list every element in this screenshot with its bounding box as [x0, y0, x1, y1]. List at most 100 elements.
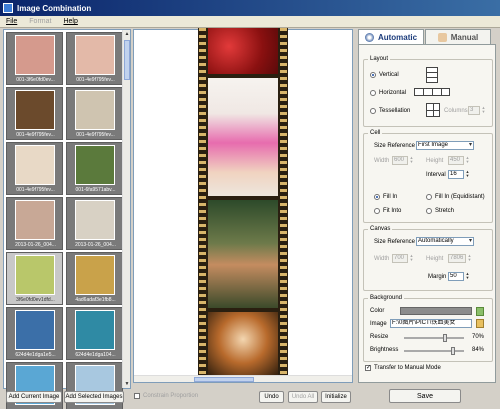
cell-width-spinner[interactable]: ▲ ▼ [409, 156, 414, 165]
radio-dot [374, 194, 380, 200]
constrain-proportion-box [134, 393, 140, 399]
background-legend: Background [368, 295, 405, 301]
radio-dot [426, 208, 432, 214]
thumbnail-caption: 624d4e1dga104... [75, 352, 116, 358]
radio-dot [374, 208, 380, 214]
layout-vertical-radio[interactable]: Vertical [370, 72, 399, 78]
thumbnail-caption: 001-4e9f795fev... [16, 132, 55, 138]
cell-height-spinner[interactable]: ▲ ▼ [465, 156, 470, 165]
cell-size-reference-select[interactable]: First Image [416, 141, 474, 150]
cell-interval-spinner[interactable]: ▲ ▼ [465, 170, 470, 179]
fit-into-radio[interactable]: Fit Into [374, 208, 401, 214]
canvas-width-input[interactable]: 700 [392, 254, 408, 263]
canvas-height-input[interactable]: 7806 [448, 254, 466, 263]
constrain-proportion-checkbox[interactable]: Constrain Proportion [134, 393, 198, 399]
thumbnail-image [75, 255, 115, 295]
folder-open-icon[interactable] [476, 319, 484, 328]
title-bar: Image Combination [0, 0, 500, 16]
tab-automatic[interactable]: Automatic [358, 29, 424, 45]
resize-value: 70% [472, 334, 485, 340]
add-selected-images-button[interactable]: Add Selected Images [64, 391, 124, 403]
background-color-label: Color [370, 308, 385, 314]
thumbnail-item[interactable]: 624d4e1dga104... [66, 307, 123, 360]
thumbnail-item[interactable]: 3f6e0fd0ev1dfd... [6, 252, 63, 305]
fill-in-label: Fill In [383, 194, 398, 200]
film-holes-left [199, 28, 206, 380]
canvas-legend: Canvas [368, 226, 393, 232]
thumbnail-item[interactable]: 001-4e9f795fev... [66, 87, 123, 140]
preview-hscroll-thumb[interactable] [194, 377, 254, 382]
columns-input[interactable]: 3 [468, 106, 480, 115]
thumbnail-item[interactable]: 001-4e9f795fev... [6, 87, 63, 140]
cell-legend: Cell [368, 130, 383, 136]
preview-canvas[interactable] [133, 28, 353, 383]
layout-horizontal-radio[interactable]: Horizontal [370, 90, 406, 96]
columns-spinner[interactable]: ▲ ▼ [481, 106, 486, 115]
canvas-margin-spinner[interactable]: ▲ ▼ [465, 272, 470, 281]
background-color-swatch[interactable] [400, 307, 472, 315]
film-strip-preview [198, 28, 288, 380]
menu-format[interactable]: Format [29, 18, 51, 25]
thumbnail-image [15, 200, 55, 240]
thumbnail-item[interactable]: 4ad6adaf3e1fb8... [66, 252, 123, 305]
thumbnail-item[interactable]: 001-3f6e0fd0ev... [6, 32, 63, 85]
color-picker-icon[interactable] [476, 307, 484, 316]
thumbnail-image [75, 145, 115, 185]
preview-photo-warm [208, 312, 278, 380]
thumbnail-caption: 3f6e0fd0ev1dfd... [16, 297, 55, 303]
undo-all-button[interactable]: Undo All [288, 391, 318, 403]
thumbnail-image [75, 35, 115, 75]
initialize-button[interactable]: Initialize [321, 391, 351, 403]
resize-slider-knob[interactable] [443, 334, 448, 342]
preview-photo-roses [208, 28, 278, 74]
thumbnail-item[interactable]: 2013-01-26_004... [66, 197, 123, 250]
thumbnail-caption: 624d4e1dga1e5... [15, 352, 56, 358]
thumbnail-image [15, 255, 55, 295]
canvas-size-reference-select[interactable]: Automatically [416, 237, 474, 246]
layout-tessellation-radio[interactable]: Tessellation [370, 108, 410, 114]
tab-manual[interactable]: Manual [425, 29, 491, 44]
cell-interval-label: Interval [426, 172, 446, 178]
canvas-height-spinner[interactable]: ▲ ▼ [467, 254, 472, 263]
thumbnail-item[interactable]: 001-4e9f795fev... [66, 32, 123, 85]
brightness-slider-knob[interactable] [451, 347, 456, 355]
scroll-up-icon[interactable]: ▲ [123, 30, 131, 38]
canvas-margin-input[interactable]: 50 [448, 272, 464, 281]
fill-in-equidistant-radio[interactable]: Fill In (Equidistant) [426, 194, 485, 200]
constrain-proportion-label: Constrain Proportion [143, 393, 199, 399]
cell-interval-input[interactable]: 16 [448, 170, 464, 179]
thumbnail-caption: 001-6fa9571abv... [75, 187, 116, 193]
film-holes-right [280, 28, 287, 380]
canvas-margin-label: Margin [428, 274, 447, 280]
thumbnail-item[interactable]: 2013-01-26_004... [6, 197, 63, 250]
menu-help[interactable]: Help [63, 18, 77, 25]
layout-vertical-label: Vertical [379, 72, 399, 78]
cell-height-input[interactable]: 450 [448, 156, 464, 165]
cell-size-reference-label: Size Reference [374, 143, 416, 149]
background-image-path-input[interactable]: F:\0图片\PICT\铁血美女 [390, 319, 472, 328]
scroll-thumb[interactable] [124, 40, 130, 80]
scroll-down-icon[interactable]: ▼ [123, 380, 131, 388]
save-button[interactable]: Save [389, 389, 461, 403]
undo-button[interactable]: Undo [259, 391, 284, 403]
add-current-image-button[interactable]: Add Current Image [6, 391, 62, 403]
stretch-radio[interactable]: Stretch [426, 208, 454, 214]
thumbnail-caption: 2013-01-26_004... [15, 242, 56, 248]
fill-in-equidistant-label: Fill In (Equidistant) [435, 194, 485, 200]
menu-file[interactable]: File [6, 18, 17, 25]
brightness-slider[interactable] [404, 347, 464, 355]
brightness-label: Brightness [370, 347, 399, 353]
thumbnail-item[interactable]: 001-6fa9571abv... [66, 142, 123, 195]
thumbnail-item[interactable]: 624d4e1dga1e5... [6, 307, 63, 360]
cell-width-input[interactable]: 600 [392, 156, 408, 165]
preview-hscrollbar[interactable] [134, 375, 352, 382]
thumbnail-item[interactable]: 001-4e9f795fev... [6, 142, 63, 195]
cell-group: Cell Size Reference First Image Width 60… [363, 130, 493, 223]
fill-in-radio[interactable]: Fill In [374, 194, 397, 200]
transfer-manual-checkbox[interactable]: Transfer to Manual Mode [365, 365, 441, 371]
resize-slider[interactable] [404, 334, 464, 342]
columns-label: Columns [444, 108, 468, 114]
thumbnail-scrollbar[interactable]: ▲ ▼ [122, 30, 130, 388]
canvas-width-spinner[interactable]: ▲ ▼ [409, 254, 414, 263]
thumbnail-list[interactable]: 001-3f6e0fd0ev... 001-4e9f795fev... 001-4e… [3, 29, 131, 409]
